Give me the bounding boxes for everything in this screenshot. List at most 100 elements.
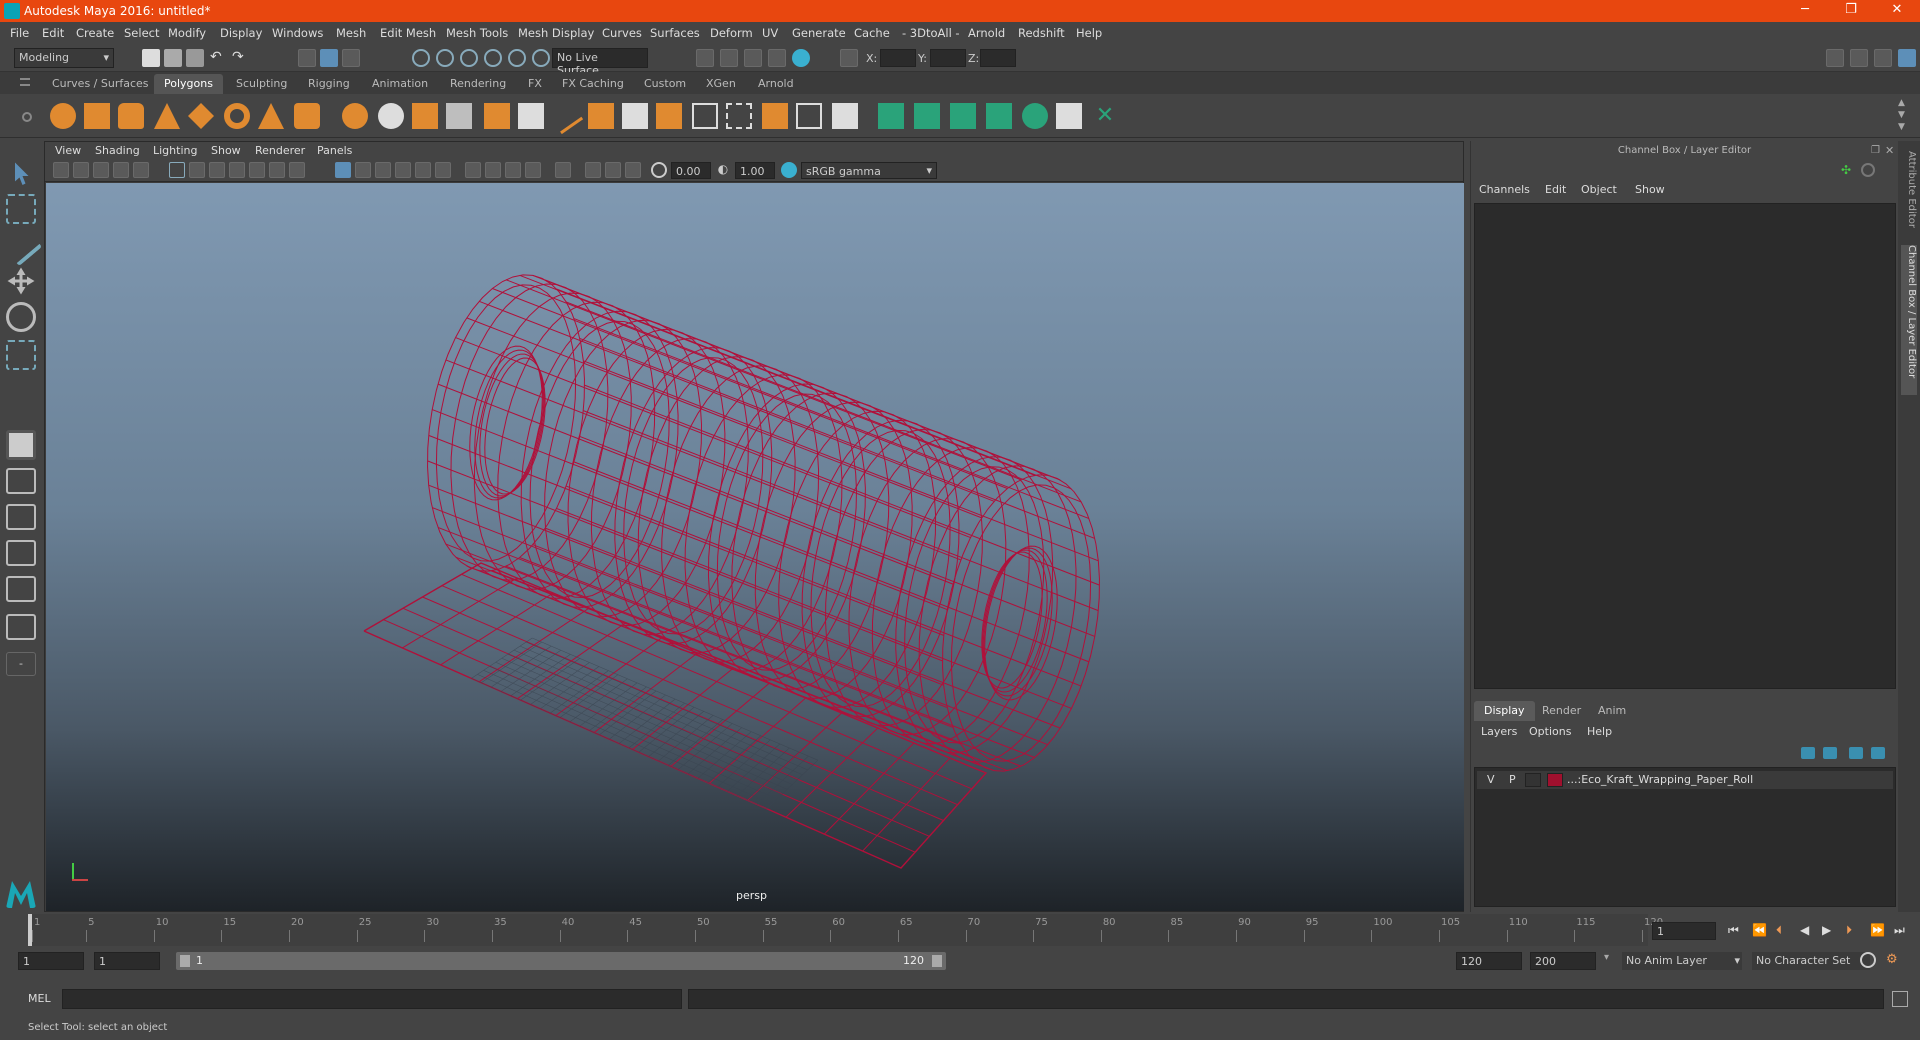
tab-sculpting[interactable]: Sculpting — [226, 74, 297, 94]
select-by-component-icon[interactable] — [342, 49, 360, 67]
tool-settings-toggle-icon[interactable] — [1874, 49, 1892, 67]
range-end-handle[interactable] — [932, 955, 942, 967]
x-field[interactable] — [880, 49, 916, 67]
transform-gizmo-icon[interactable]: ✣ — [1841, 163, 1855, 177]
menu-deform[interactable]: Deform — [710, 26, 753, 40]
safe-title-icon[interactable] — [289, 162, 305, 178]
menu-channels[interactable]: Channels — [1479, 183, 1530, 196]
perspective-viewport[interactable]: persp — [46, 183, 1464, 911]
persp-hypershade-layout-icon[interactable] — [6, 576, 36, 602]
mirror-icon[interactable] — [518, 103, 544, 129]
uv-unfold-icon[interactable] — [1022, 103, 1048, 129]
script-editor-icon[interactable] — [1892, 991, 1908, 1007]
current-frame-field[interactable]: 1 — [1652, 922, 1716, 940]
insert-edge-loop-icon[interactable] — [726, 103, 752, 129]
viewport-menu-panels[interactable]: Panels — [317, 144, 352, 157]
camera-attributes-icon[interactable] — [73, 162, 89, 178]
menu-layers[interactable]: Layers — [1481, 725, 1517, 738]
poly-cone-icon[interactable] — [154, 103, 180, 129]
smooth-shade-icon[interactable] — [355, 162, 371, 178]
snap-to-surface-icon[interactable] — [508, 49, 526, 67]
layer-visibility-toggle[interactable]: V — [1487, 773, 1495, 786]
scale-tool-icon[interactable] — [6, 340, 36, 370]
start-time-field[interactable]: 1 — [18, 952, 84, 970]
mode-selector[interactable]: Modeling ▾ — [14, 48, 114, 68]
new-empty-layer-icon[interactable] — [1849, 747, 1863, 759]
snap-to-point-icon[interactable] — [460, 49, 478, 67]
layer-playback-toggle[interactable]: P — [1509, 773, 1516, 786]
combine-icon[interactable] — [342, 103, 368, 129]
anim-layer-dropdown[interactable]: No Anim Layer ▾ — [1622, 952, 1742, 970]
custom-layout-icon[interactable]: - — [6, 652, 36, 676]
xray-icon[interactable] — [585, 162, 601, 178]
play-backwards-icon[interactable]: ◀ — [1800, 923, 1809, 937]
tab-anim[interactable]: Anim — [1588, 701, 1636, 721]
uv-editor-icon[interactable] — [1056, 103, 1082, 129]
tab-display[interactable]: Display — [1474, 701, 1535, 721]
move-layer-up-icon[interactable] — [1801, 747, 1815, 759]
auto-key-icon[interactable] — [1860, 952, 1876, 968]
tab-xgen[interactable]: XGen — [696, 74, 746, 94]
menu-edit[interactable]: Edit — [42, 26, 64, 40]
tab-render[interactable]: Render — [1532, 701, 1591, 721]
side-tab-attribute-editor[interactable]: Attribute Editor — [1901, 151, 1917, 241]
menu-cb-show[interactable]: Show — [1635, 183, 1665, 196]
outliner-persp-layout-icon[interactable] — [6, 614, 36, 640]
field-chart-icon[interactable] — [249, 162, 265, 178]
step-forward-frame-icon[interactable]: ⏩ — [1870, 923, 1885, 937]
range-start-handle[interactable] — [180, 955, 190, 967]
four-view-layout-icon[interactable] — [6, 468, 36, 494]
float-panel-icon[interactable]: ❐ — [1871, 145, 1880, 156]
y-field[interactable] — [930, 49, 966, 67]
wireframe-on-shaded-icon[interactable] — [375, 162, 391, 178]
make-live-icon[interactable] — [532, 49, 550, 67]
xray-joints-icon[interactable] — [605, 162, 621, 178]
viewport-menu-lighting[interactable]: Lighting — [153, 144, 197, 157]
render-view-icon[interactable] — [696, 49, 714, 67]
color-management-icon[interactable] — [781, 162, 797, 178]
menu-mesh-tools[interactable]: Mesh Tools — [446, 26, 508, 40]
side-tab-channel-box[interactable]: Channel Box / Layer Editor — [1901, 245, 1917, 395]
poly-torus-icon[interactable] — [224, 103, 250, 129]
uv-cut-icon[interactable]: ✕ — [1092, 103, 1118, 129]
persp-graph-layout-icon[interactable] — [6, 540, 36, 566]
restore-button[interactable]: ❐ — [1828, 0, 1874, 22]
chevron-down-icon[interactable]: ▾ — [1604, 952, 1609, 963]
multi-cut-icon[interactable] — [546, 97, 584, 135]
layer-name[interactable]: ...:Eco_Kraft_Wrapping_Paper_Roll — [1567, 773, 1753, 786]
step-back-key-icon[interactable]: ⏴ — [1776, 923, 1782, 938]
shelf-menu-icon[interactable] — [20, 78, 30, 86]
fill-hole-icon[interactable] — [832, 103, 858, 129]
shadows-icon[interactable] — [435, 162, 451, 178]
open-scene-icon[interactable] — [164, 49, 182, 67]
viewport-menu-renderer[interactable]: Renderer — [255, 144, 305, 157]
menu-arnold[interactable]: Arnold — [968, 26, 1005, 40]
xray-components-icon[interactable] — [625, 162, 641, 178]
range-slider[interactable]: 1 120 — [176, 952, 946, 970]
menu-display[interactable]: Display — [220, 26, 262, 40]
depth-of-field-icon[interactable] — [525, 162, 541, 178]
exposure-icon[interactable] — [651, 162, 667, 178]
anti-aliasing-icon[interactable] — [505, 162, 521, 178]
end-time-field[interactable]: 200 — [1530, 952, 1596, 970]
go-to-start-icon[interactable]: ⏮ — [1728, 923, 1739, 938]
append-polygon-icon[interactable] — [692, 103, 718, 129]
symmetry-icon[interactable] — [840, 49, 858, 67]
menu-surfaces[interactable]: Surfaces — [650, 26, 700, 40]
layer-row[interactable]: V P ...:Eco_Kraft_Wrapping_Paper_Roll — [1477, 771, 1893, 789]
menu-create[interactable]: Create — [76, 26, 114, 40]
extract-icon[interactable] — [412, 103, 438, 129]
undo-icon[interactable]: ↶ — [210, 49, 228, 67]
uv-cylindrical-icon[interactable] — [914, 103, 940, 129]
viewport-menu-view[interactable]: View — [55, 144, 81, 157]
close-button[interactable]: ✕ — [1874, 0, 1920, 22]
menu-object[interactable]: Object — [1581, 183, 1617, 196]
tab-curves-surfaces[interactable]: Curves / Surfaces — [42, 74, 159, 94]
tab-rigging[interactable]: Rigging — [298, 74, 360, 94]
use-all-lights-icon[interactable] — [415, 162, 431, 178]
mel-input[interactable] — [62, 989, 682, 1009]
persp-outliner-layout-icon[interactable] — [6, 504, 36, 530]
channel-box-mode-icon[interactable] — [1861, 163, 1875, 177]
new-scene-icon[interactable] — [142, 49, 160, 67]
ambient-occlusion-icon[interactable] — [465, 162, 481, 178]
